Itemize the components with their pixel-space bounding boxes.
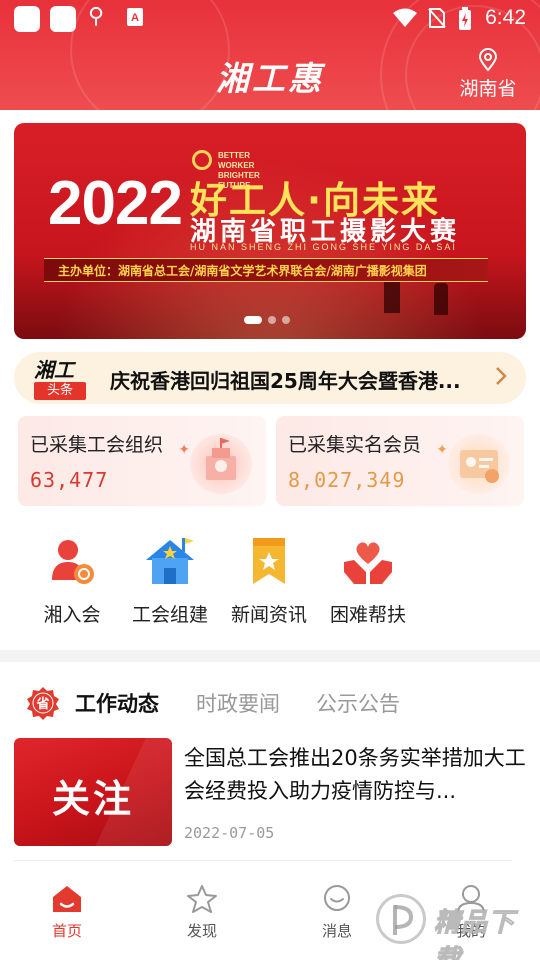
watermark-text: 精品下载 — [434, 908, 516, 960]
status-time: 6:42 — [485, 6, 526, 29]
wifi-icon — [392, 7, 418, 33]
badge-tag: 头条 — [34, 382, 86, 400]
home-icon — [53, 886, 81, 912]
house-star-icon — [142, 534, 198, 590]
sparkle-icon: ✦ — [178, 442, 190, 458]
tab-politics-news[interactable]: 时政要闻 — [196, 688, 280, 718]
watermark-logo-icon — [376, 894, 426, 944]
nav-messages[interactable]: 消息 — [297, 884, 377, 941]
stat-value: 63,477 — [30, 468, 109, 492]
banner-figure — [434, 283, 448, 315]
banner-pinyin: HU NAN SHENG ZHI GONG SHE YING DA SAI — [190, 242, 457, 252]
member-join-icon — [44, 534, 100, 590]
news-tabs: 省 工作动态 时政要闻 公示公告 — [0, 680, 540, 726]
entry-label: 新闻资讯 — [230, 604, 307, 626]
entry-label: 困难帮扶 — [329, 604, 406, 626]
banner-host: 主办单位：湖南省总工会/湖南省文学艺术界联合会/湖南广播影视集团 — [58, 264, 427, 278]
no-sim-icon — [428, 7, 446, 33]
entry-news[interactable]: 新闻资讯 — [219, 534, 319, 627]
app-square-icon — [14, 6, 40, 32]
status-bar: ⚲ A 6:42 — [0, 0, 540, 36]
pagination-dot — [282, 316, 290, 324]
section-divider — [0, 650, 540, 662]
stat-label: 已采集工会组织 — [30, 434, 164, 456]
text-app-icon: A — [126, 7, 144, 31]
watermark: 精品下载 — [376, 892, 536, 960]
article-thumbnail: 关注 — [14, 738, 172, 846]
article-item[interactable]: 关注 全国总工会推出20条务实举措加大工会经费投入助力疫情防控与... 2022… — [14, 738, 526, 860]
organization-building-icon — [190, 434, 252, 494]
headline-text: 庆祝香港回归祖国25周年大会暨香港... — [110, 369, 461, 393]
article-date: 2022-07-05 — [184, 824, 275, 842]
article-title: 全国总工会推出20条务实举措加大工会经费投入助力疫情防控与... — [184, 746, 526, 803]
entry-join-union[interactable]: 湘入会 — [22, 534, 122, 627]
message-icon — [324, 885, 350, 911]
province-badge-text: 省 — [35, 696, 49, 712]
nav-home[interactable]: 首页 — [27, 884, 107, 941]
entry-label: 工会组建 — [131, 604, 208, 626]
news-ribbon-icon — [241, 534, 297, 590]
entry-union-build[interactable]: 工会组建 — [120, 534, 220, 627]
stat-card-organizations[interactable]: 已采集工会组织 63,477 ✦ — [18, 416, 266, 506]
app-header: ⚲ A 6:42 湘工惠 湖南省 — [0, 0, 540, 110]
nav-label: 发现 — [186, 922, 217, 940]
nav-label: 首页 — [51, 922, 82, 940]
headline-ticker[interactable]: 湘工 头条 庆祝香港回归祖国25周年大会暨香港... — [14, 352, 526, 404]
chevron-right-icon — [494, 364, 508, 394]
location-selector[interactable]: 湖南省 — [456, 48, 520, 101]
headline-badge: 湘工 头条 — [34, 354, 90, 402]
hands-heart-icon — [340, 534, 396, 590]
sparkle-icon: ✦ — [436, 442, 448, 458]
pagination-dot-active — [244, 316, 262, 324]
tab-work-updates[interactable]: 工作动态 — [75, 688, 159, 718]
badge-title: 湘工 — [34, 358, 74, 382]
kite-app-icon: ⚲ — [88, 4, 105, 29]
nav-label: 消息 — [321, 922, 352, 940]
pagination-dot — [268, 316, 276, 324]
province-badge-icon: 省 — [26, 686, 60, 720]
stat-card-members[interactable]: 已采集实名会员 8,027,349 ✦ — [276, 416, 524, 506]
svg-text:A: A — [131, 12, 139, 24]
union-logo-icon — [192, 150, 212, 170]
thumbnail-text: 关注 — [51, 777, 134, 821]
list-divider — [14, 860, 512, 861]
entry-label: 湘入会 — [43, 604, 101, 626]
stat-value: 8,027,349 — [288, 468, 406, 492]
star-icon — [187, 885, 217, 913]
location-pin-icon — [478, 48, 498, 72]
member-id-card-icon — [448, 434, 510, 494]
nav-discover[interactable]: 发现 — [162, 884, 242, 941]
slogan-line: BETTER WORKER — [218, 151, 255, 170]
location-label: 湖南省 — [459, 78, 517, 100]
battery-charging-icon — [458, 7, 472, 35]
tab-public-notices[interactable]: 公示公告 — [316, 688, 400, 718]
entry-hardship-aid[interactable]: 困难帮扶 — [318, 534, 418, 627]
stat-label: 已采集实名会员 — [288, 434, 422, 456]
banner-year: 2022 — [48, 169, 183, 238]
app-square-icon — [50, 6, 76, 32]
